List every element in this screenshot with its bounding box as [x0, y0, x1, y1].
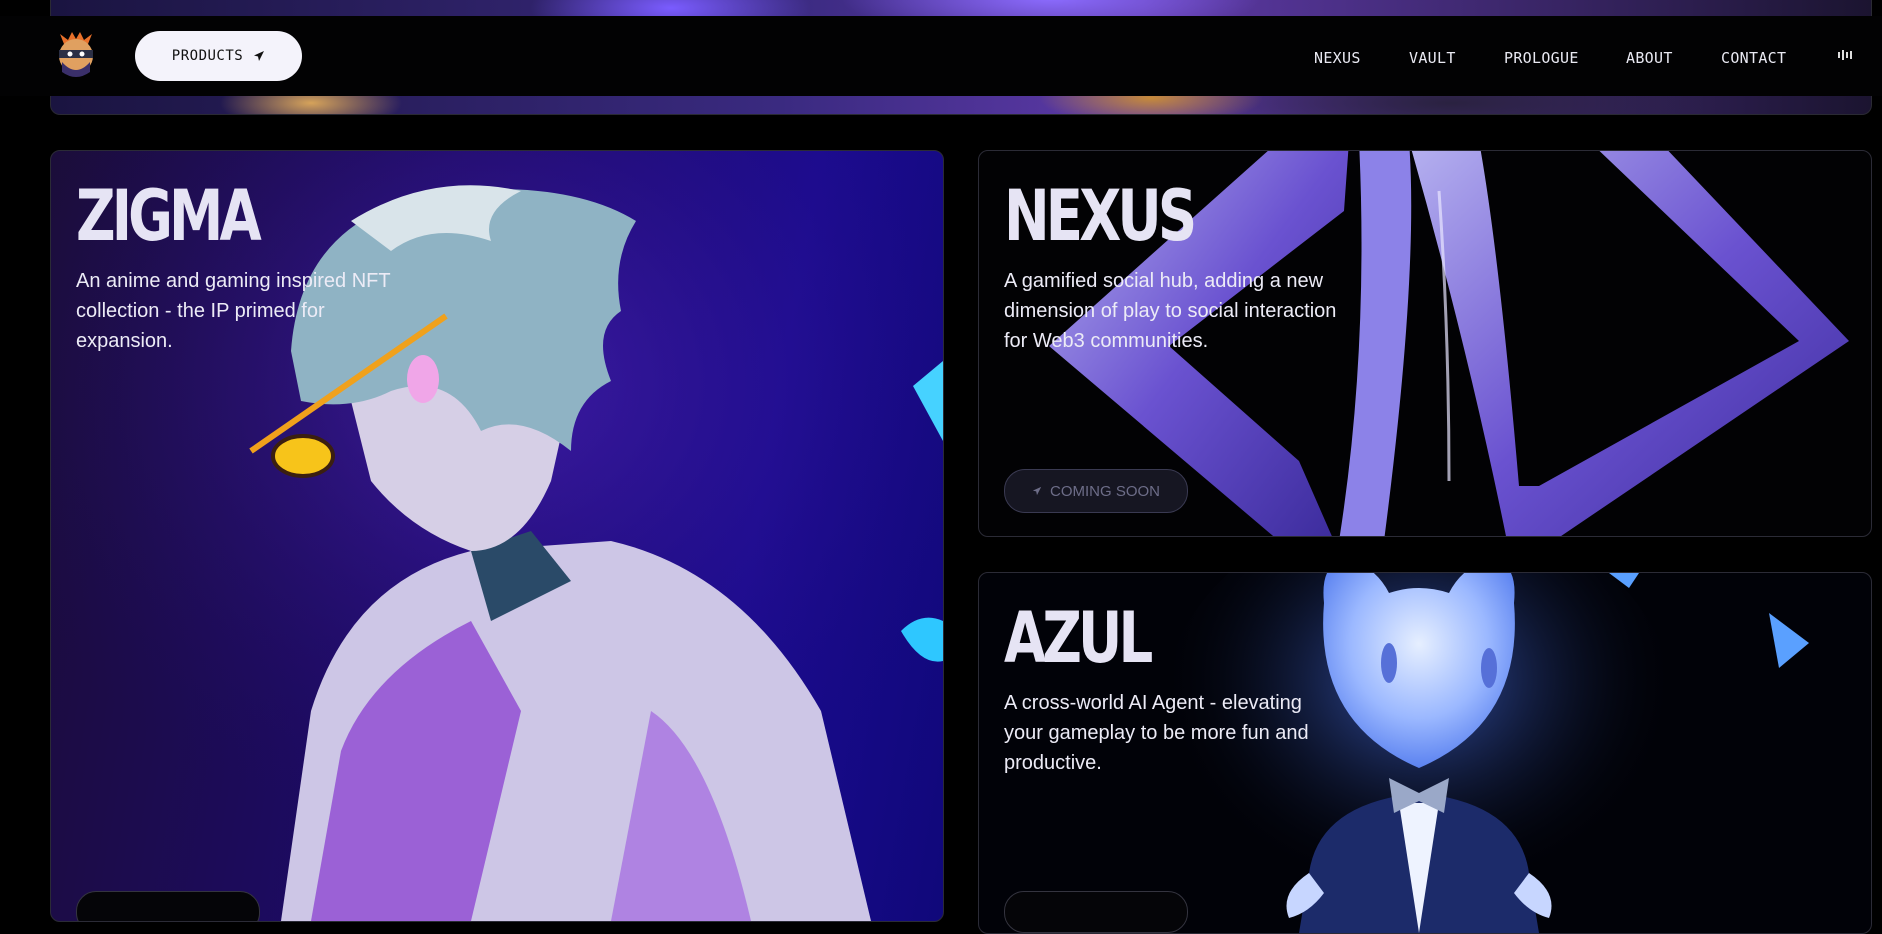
azul-action-button[interactable] — [1004, 891, 1188, 933]
paper-plane-icon — [1032, 486, 1042, 496]
card-title-nexus: NEXUS — [1004, 175, 1197, 257]
products-label: PRODUCTS — [171, 48, 244, 64]
paper-plane-icon — [253, 50, 265, 62]
nav-link-about[interactable]: ABOUT — [1626, 49, 1673, 67]
card-description-zigma: An anime and gaming inspired NFT collect… — [76, 270, 391, 352]
product-card-nexus[interactable]: NEXUS A gamified social hub, adding a ne… — [978, 150, 1872, 537]
product-card-azul[interactable]: AZUL A cross-world AI Agent - elevating … — [978, 572, 1872, 934]
card-title-zigma: ZIGMA — [76, 175, 262, 257]
navbar: PRODUCTS NEXUS VAULT PROLOGUE ABOUT CONT… — [0, 16, 1882, 96]
ninja-mascot-logo-icon[interactable] — [54, 32, 98, 80]
audio-bars-icon[interactable] — [1838, 50, 1852, 60]
coming-soon-badge: COMING SOON — [1004, 469, 1188, 513]
card-title-azul: AZUL — [1004, 597, 1153, 679]
nav-link-contact[interactable]: CONTACT — [1721, 49, 1786, 67]
coming-soon-label: COMING SOON — [1049, 482, 1160, 500]
nav-link-vault[interactable]: VAULT — [1409, 49, 1456, 67]
nav-link-nexus[interactable]: NEXUS — [1314, 49, 1361, 67]
card-description-azul: A cross-world AI Agent - elevating your … — [1004, 692, 1309, 774]
product-card-zigma[interactable]: ZIGMA An anime and gaming inspired NFT c… — [50, 150, 944, 922]
card-description-nexus: A gamified social hub, adding a new dime… — [1004, 270, 1337, 352]
nav-link-prologue[interactable]: PROLOGUE — [1504, 49, 1579, 67]
products-button[interactable]: PRODUCTS — [135, 31, 302, 81]
zigma-action-button[interactable] — [76, 891, 260, 921]
